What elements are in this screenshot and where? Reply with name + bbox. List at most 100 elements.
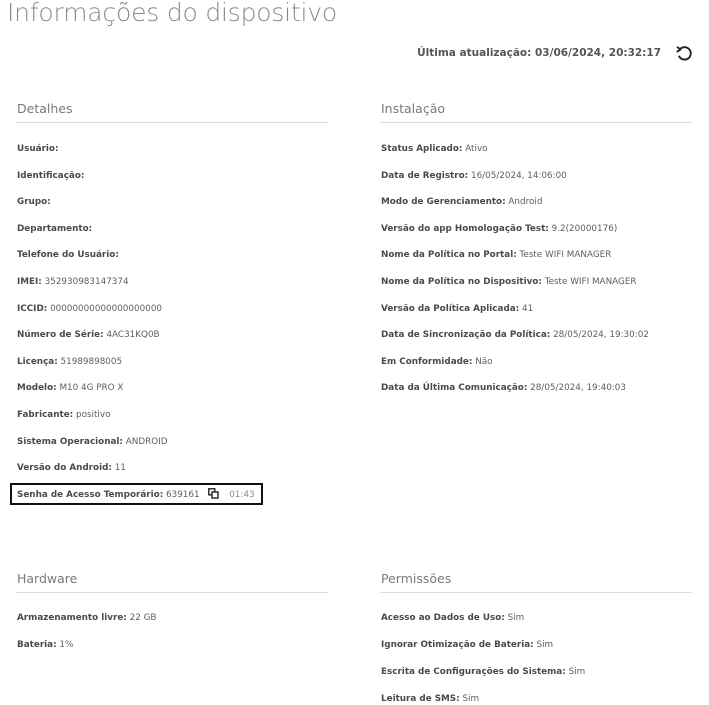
page-title: Informações do dispositivo <box>7 0 337 27</box>
permissions-row: Leitura de SMS: Sim <box>381 693 479 705</box>
details-row: Modelo: M10 4G PRO X <box>17 382 123 394</box>
temp-password-value: 639161 <box>166 490 200 500</box>
last-update: Última atualização: 03/06/2024, 20:32:17 <box>417 47 661 59</box>
installation-title: Instalação <box>380 101 692 123</box>
hardware-title: Hardware <box>16 571 328 593</box>
permissions-row: Ignorar Otimização de Bateria: Sim <box>381 639 553 651</box>
details-row: IMEI: 352930983147374 <box>17 276 129 288</box>
installation-row: Nome da Política no Dispositivo: Teste W… <box>381 276 637 288</box>
permissions-row-value: Sim <box>462 694 480 704</box>
last-update-label: Última atualização: <box>417 47 532 59</box>
hardware-row-value: 22 GB <box>129 613 157 623</box>
details-section: Detalhes Usuário: Identificação: Grupo: … <box>16 101 328 473</box>
details-row-label: ICCID: <box>17 303 48 314</box>
installation-row: Versão da Política Aplicada: 41 <box>381 303 533 315</box>
installation-row-label: Data da Última Comunicação: <box>381 383 528 394</box>
installation-row: Versão do app Homologação Test: 9.2(2000… <box>381 223 617 235</box>
details-row: ICCID: 00000000000000000000 <box>17 303 162 315</box>
installation-row-value: 9.2(20000176) <box>551 223 618 234</box>
details-row-label: Modelo: <box>17 383 57 394</box>
permissions-row-label: Leitura de SMS: <box>381 694 460 704</box>
temp-password-label: Senha de Acesso Temporário: <box>17 490 164 500</box>
details-row-value: 4AC31KQ0B <box>106 330 160 341</box>
installation-row-value: 28/05/2024, 19:30:02 <box>553 330 649 341</box>
details-row: Identificação: <box>17 170 84 182</box>
details-row: Sistema Operacional: ANDROID <box>17 436 168 448</box>
hardware-row-label: Bateria: <box>17 640 57 650</box>
refresh-icon[interactable] <box>675 44 695 64</box>
hardware-row-label: Armazenamento livre: <box>17 613 127 623</box>
details-row-label: Número de Série: <box>17 330 104 341</box>
installation-row-value: Ativo <box>465 144 488 154</box>
installation-row-label: Data de Sincronização da Política: <box>381 330 551 341</box>
installation-row: Data da Última Comunicação: 28/05/2024, … <box>381 382 626 394</box>
permissions-row-value: Sim <box>536 640 554 650</box>
details-row-label: Sistema Operacional: <box>17 436 123 447</box>
installation-row-label: Nome da Política no Portal: <box>381 250 517 261</box>
installation-row-label: Versão da Política Aplicada: <box>381 303 520 314</box>
installation-row: Data de Registro: 16/05/2024, 14:06:00 <box>381 170 567 182</box>
installation-row-label: Nome da Política no Dispositivo: <box>381 277 542 287</box>
details-row: Usuário: <box>17 143 59 155</box>
details-row-label: Usuário: <box>17 144 59 154</box>
details-row-label: Versão do Android: <box>17 463 112 474</box>
installation-row-label: Modo de Gerenciamento: <box>381 197 506 208</box>
details-row-label: Telefone do Usuário: <box>17 250 119 261</box>
installation-row: Status Aplicado: Ativo <box>381 143 488 155</box>
last-update-value: 03/06/2024, 20:32:17 <box>535 47 661 59</box>
installation-row-value: 28/05/2024, 19:40:03 <box>530 383 626 394</box>
installation-section: Instalação Status Aplicado: Ativo Data de… <box>380 101 692 393</box>
details-row-value: positivo <box>75 410 111 420</box>
permissions-section: Permissões Acesso ao Dados de Uso: Sim Ig… <box>380 571 692 704</box>
permissions-row: Acesso ao Dados de Uso: Sim <box>381 612 524 624</box>
temp-password-box: Senha de Acesso Temporário: 639161 01:43 <box>10 483 263 505</box>
installation-row-label: Data de Registro: <box>381 170 469 181</box>
details-row: Número de Série: 4AC31KQ0B <box>17 329 160 341</box>
details-title: Detalhes <box>16 101 328 123</box>
temp-password-timer: 01:43 <box>229 490 255 500</box>
details-row-value: 51989898005 <box>60 356 123 367</box>
details-row-value: M10 4G PRO X <box>59 383 124 394</box>
permissions-row: Escrita de Configurações do Sistema: Sim <box>381 666 585 678</box>
details-row: Grupo: <box>17 196 51 208</box>
installation-row-value: Não <box>475 356 493 367</box>
copy-icon[interactable] <box>208 488 220 503</box>
permissions-row-label: Escrita de Configurações do Sistema: <box>381 667 566 677</box>
details-row-value: 352930983147374 <box>44 277 129 287</box>
details-row: Telefone do Usuário: <box>17 249 119 261</box>
installation-row-label: Em Conformidade: <box>381 356 473 367</box>
installation-row: Modo de Gerenciamento: Android <box>381 196 542 208</box>
details-row-value: ANDROID <box>125 436 168 447</box>
installation-row: Nome da Política no Portal: Teste WIFI M… <box>381 249 611 261</box>
hardware-row: Bateria: 1% <box>17 639 73 651</box>
permissions-title: Permissões <box>380 571 692 593</box>
installation-row-value: 16/05/2024, 14:06:00 <box>470 170 567 181</box>
details-row-label: Licença: <box>17 356 58 367</box>
details-row-label: Grupo: <box>17 197 51 208</box>
installation-row: Em Conformidade: Não <box>381 356 493 368</box>
hardware-section: Hardware Armazenamento livre: 22 GB Bater… <box>16 571 328 650</box>
details-row: Licença: 51989898005 <box>17 356 122 368</box>
details-row: Departamento: <box>17 223 92 235</box>
installation-row-label: Status Aplicado: <box>381 144 463 154</box>
temp-password-row: Senha de Acesso Temporário: 639161 01:43 <box>17 488 255 503</box>
installation-row-value: Android <box>508 197 543 208</box>
hardware-row-value: 1% <box>59 640 74 650</box>
installation-row: Data de Sincronização da Política: 28/05… <box>381 329 649 341</box>
hardware-row: Armazenamento livre: 22 GB <box>17 612 156 624</box>
permissions-row-label: Ignorar Otimização de Bateria: <box>381 640 534 650</box>
details-row-value: 11 <box>114 463 126 474</box>
details-row-value: 00000000000000000000 <box>50 303 163 314</box>
installation-row-value: Teste WIFI MANAGER <box>544 277 637 287</box>
details-row: Fabricante: positivo <box>17 409 110 421</box>
details-row-label: Departamento: <box>17 223 93 234</box>
details-row-label: IMEI: <box>17 277 42 287</box>
installation-row-value: Teste WIFI MANAGER <box>519 250 612 261</box>
permissions-row-label: Acesso ao Dados de Uso: <box>381 613 505 623</box>
details-row-label: Fabricante: <box>17 410 74 420</box>
installation-row-label: Versão do app Homologação Test: <box>381 223 549 234</box>
details-row-label: Identificação: <box>17 170 85 181</box>
installation-row-value: 41 <box>522 303 534 314</box>
permissions-row-value: Sim <box>568 667 586 677</box>
details-row: Versão do Android: 11 <box>17 462 126 474</box>
